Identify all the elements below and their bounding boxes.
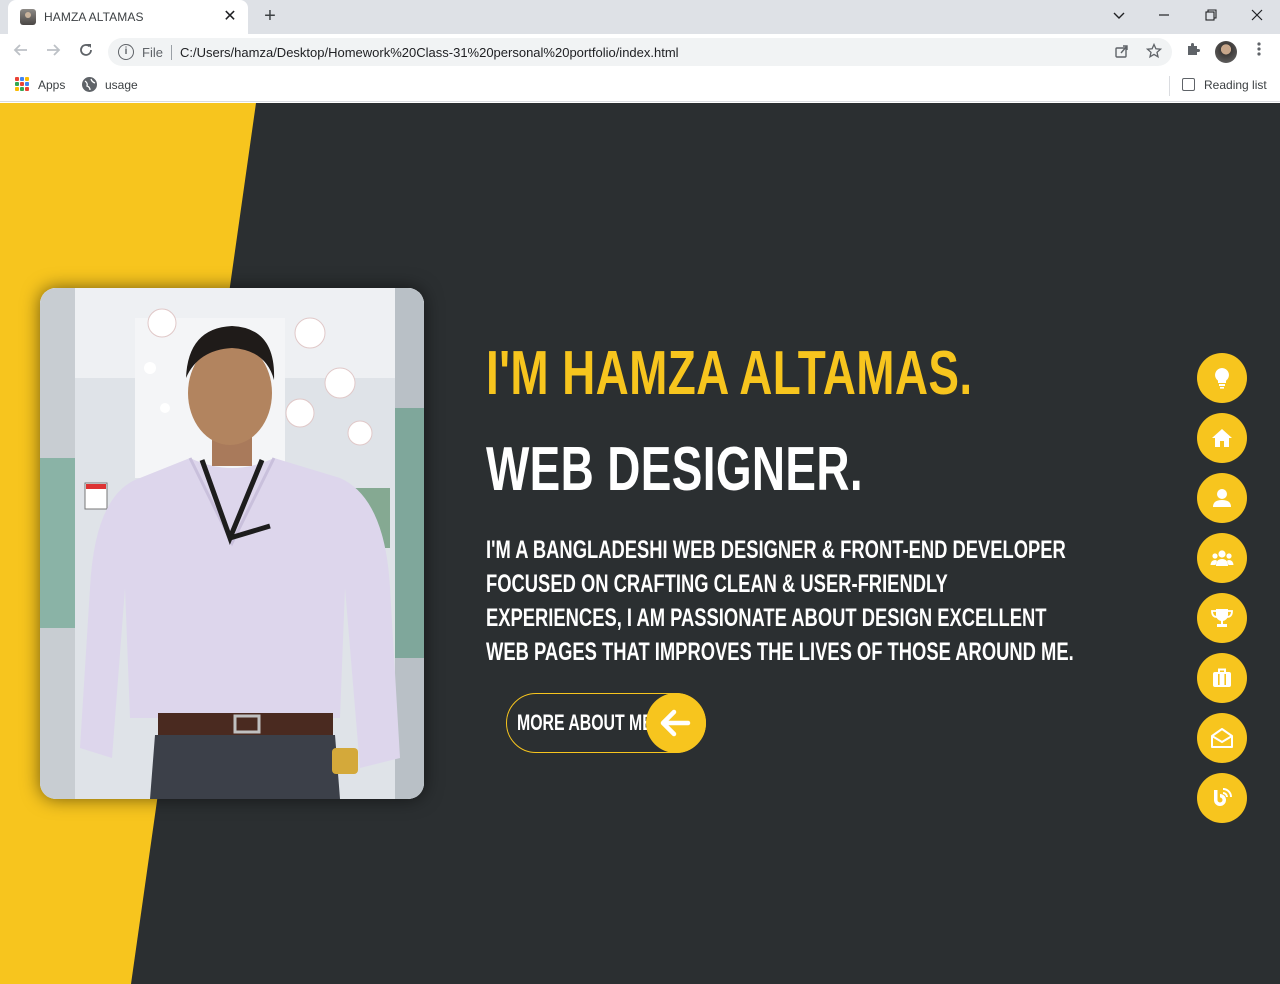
- close-window-icon[interactable]: [1243, 4, 1271, 28]
- tab-search-icon[interactable]: [1105, 4, 1133, 28]
- role-heading: WEB DESIGNER.: [486, 435, 863, 504]
- address-bar[interactable]: i File C:/Users/hamza/Desktop/Homework%2…: [108, 38, 1172, 66]
- bookmarks-divider: [1169, 76, 1170, 96]
- arrow-left-icon: [646, 693, 706, 753]
- close-tab-icon[interactable]: ✕: [220, 7, 240, 27]
- profile-avatar[interactable]: [1215, 41, 1237, 63]
- extensions-icon[interactable]: [1182, 41, 1204, 63]
- reading-list-icon: [1182, 78, 1195, 91]
- nav-portfolio[interactable]: [1197, 653, 1247, 703]
- reading-list-button[interactable]: Reading list: [1204, 78, 1267, 92]
- globe-icon: [82, 77, 97, 92]
- bookmark-usage[interactable]: usage: [105, 78, 138, 92]
- nav-contact[interactable]: [1197, 713, 1247, 763]
- tab-title: HAMZA ALTAMAS: [44, 10, 144, 24]
- browser-tabstrip: HAMZA ALTAMAS ✕ +: [0, 0, 1280, 34]
- portfolio-page: I'M HAMZA ALTAMAS. WEB DESIGNER. I'M A B…: [0, 103, 1280, 984]
- blog-icon: [1214, 788, 1232, 806]
- back-icon[interactable]: [9, 40, 33, 64]
- reload-icon[interactable]: [74, 40, 98, 64]
- url-text[interactable]: C:/Users/hamza/Desktop/Homework%20Class-…: [180, 45, 679, 60]
- share-icon[interactable]: [1112, 43, 1132, 61]
- bio-paragraph: I'M A BANGLADESHI WEB DESIGNER & FRONT-E…: [486, 536, 1074, 666]
- nav-team[interactable]: [1197, 533, 1247, 583]
- minimize-icon[interactable]: [1150, 4, 1178, 28]
- nav-home[interactable]: [1197, 413, 1247, 463]
- favicon-icon: [20, 9, 36, 25]
- users-icon: [1210, 550, 1234, 566]
- restore-icon[interactable]: [1197, 4, 1225, 28]
- apps-grid-icon: [15, 77, 29, 91]
- lightbulb-icon: [1215, 368, 1229, 389]
- more-about-me-button[interactable]: MORE ABOUT ME: [506, 693, 706, 753]
- briefcase-icon: [1213, 668, 1231, 687]
- browser-tab[interactable]: HAMZA ALTAMAS ✕: [8, 0, 248, 34]
- intro-heading: I'M HAMZA ALTAMAS.: [486, 339, 973, 408]
- nav-lightbulb[interactable]: [1197, 353, 1247, 403]
- browser-toolbar: i File C:/Users/hamza/Desktop/Homework%2…: [0, 34, 1280, 70]
- user-icon: [1213, 489, 1231, 507]
- envelope-open-icon: [1211, 728, 1233, 748]
- home-icon: [1212, 429, 1232, 447]
- nav-about[interactable]: [1197, 473, 1247, 523]
- trophy-icon: [1211, 609, 1233, 627]
- bookmark-star-icon[interactable]: [1144, 42, 1164, 61]
- omnibox-divider: [171, 45, 172, 60]
- site-info-icon[interactable]: i: [118, 44, 134, 60]
- nav-awards[interactable]: [1197, 593, 1247, 643]
- url-scheme-label: File: [142, 45, 163, 60]
- bookmarks-bar: Apps usage Reading list: [0, 70, 1280, 102]
- bookmark-apps[interactable]: Apps: [38, 78, 65, 92]
- profile-photo: [40, 288, 424, 799]
- new-tab-button[interactable]: +: [258, 5, 282, 29]
- nav-blog[interactable]: [1197, 773, 1247, 823]
- menu-kebab-icon[interactable]: [1248, 41, 1270, 63]
- forward-icon[interactable]: [41, 40, 65, 64]
- more-about-me-label: MORE ABOUT ME: [517, 710, 653, 735]
